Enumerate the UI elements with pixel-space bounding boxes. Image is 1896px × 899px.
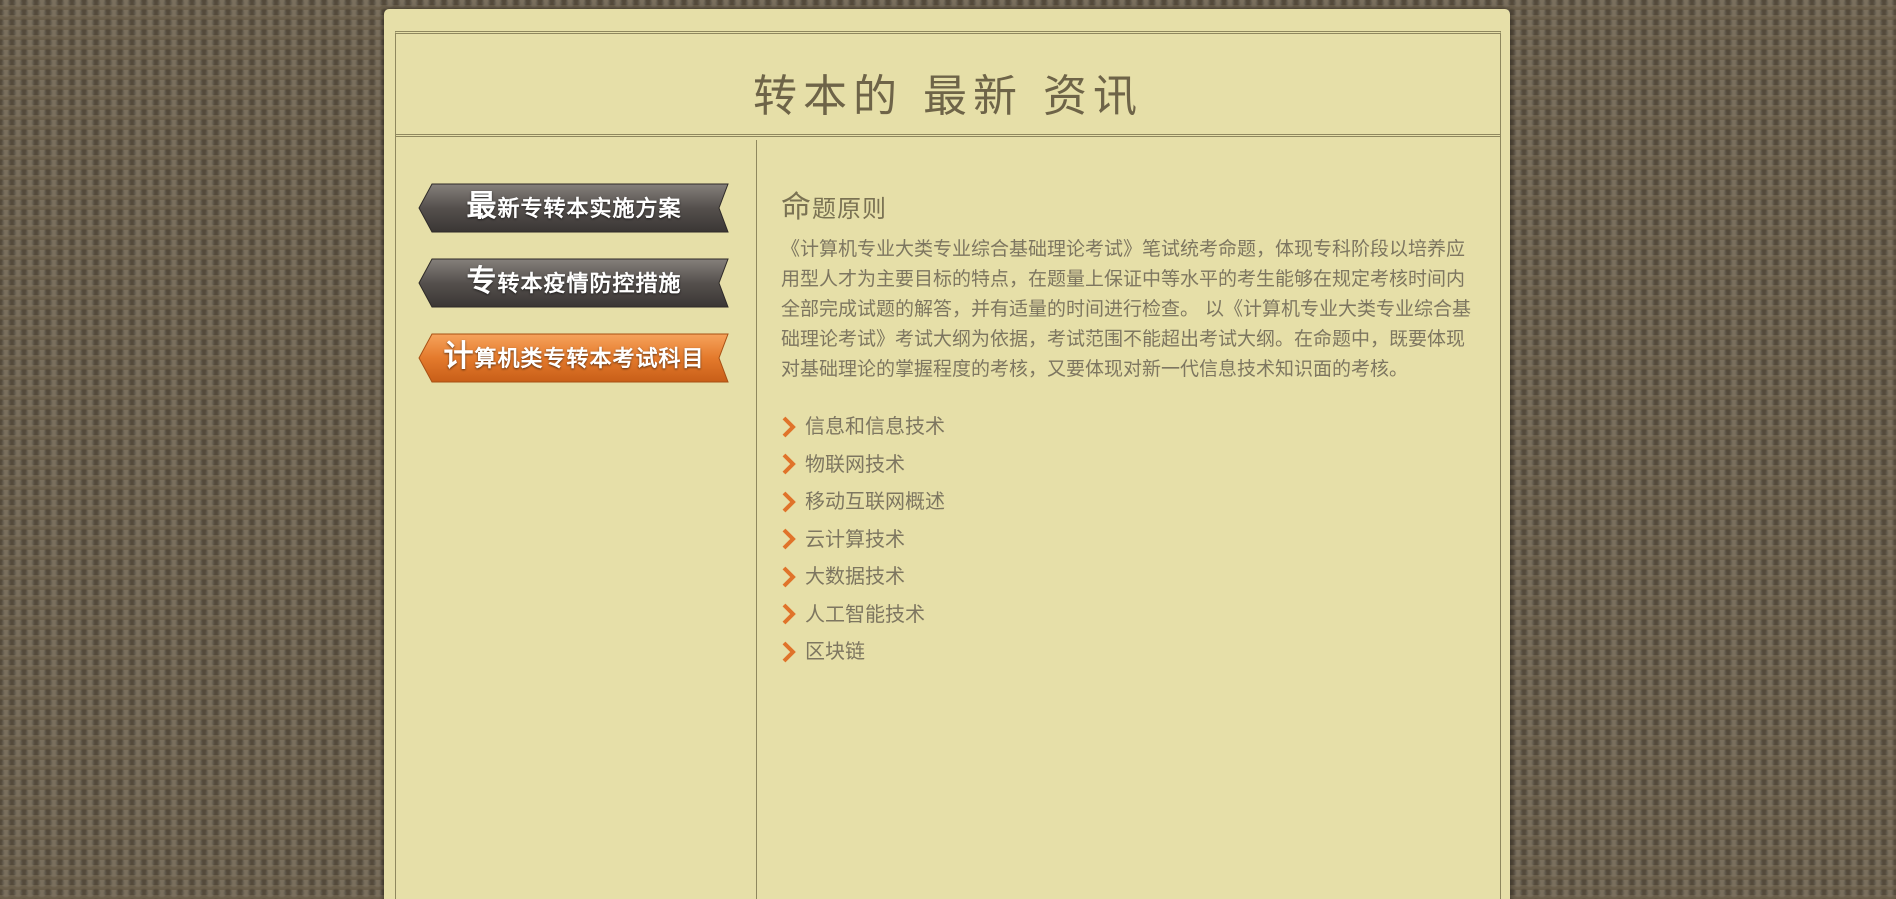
nav-item-label: 计算机类专转本考试科目 — [418, 332, 730, 384]
nav-item-label: 专转本疫情防控措施 — [418, 257, 730, 309]
nav-item-label: 最新专转本实施方案 — [418, 182, 730, 234]
chevron-right-icon — [782, 603, 796, 625]
nav-item-label-rest: 转本疫情防控措施 — [497, 271, 682, 297]
nav-item-label-initial: 专 — [466, 264, 498, 299]
list-item: 人工智能技术 — [781, 596, 1481, 634]
list-item: 移动互联网概述 — [781, 483, 1481, 521]
chevron-right-icon — [782, 491, 796, 513]
list-item: 信息和信息技术 — [781, 408, 1481, 446]
chevron-right-icon — [782, 416, 796, 438]
chevron-right-icon — [782, 528, 796, 550]
nav-item-label-initial: 最 — [466, 189, 498, 224]
page-title: 转本的 最新 资讯 — [753, 71, 1143, 122]
topic-list: 信息和信息技术 物联网技术 移动互联网概述 云计算技术 大数据技术 人工智能技术… — [781, 408, 1481, 671]
topic-label: 大数据技术 — [805, 564, 905, 588]
chevron-right-icon — [782, 453, 796, 475]
title-divider — [396, 134, 1500, 140]
content-panel: 转本的 最新 资讯 最新专转本实施方案 专转本疫情防控措施 计算机类专转本考试科… — [384, 9, 1510, 899]
list-item: 云计算技术 — [781, 521, 1481, 559]
panel-frame: 转本的 最新 资讯 最新专转本实施方案 专转本疫情防控措施 计算机类专转本考试科… — [395, 31, 1501, 899]
side-nav: 最新专转本实施方案 专转本疫情防控措施 计算机类专转本考试科目 — [418, 182, 738, 407]
article-heading-rest: 题原则 — [812, 195, 887, 223]
nav-item-label-rest: 算机类专转本考试科目 — [474, 346, 705, 372]
topic-label: 人工智能技术 — [805, 601, 925, 626]
nav-item-implementation-plan[interactable]: 最新专转本实施方案 — [418, 182, 730, 234]
topic-label: 物联网技术 — [805, 451, 905, 476]
article-paragraph: 《计算机专业大类专业综合基础理论考试》笔试统考命题，体现专科阶段以培养应用型人才… — [781, 238, 1472, 380]
chevron-right-icon — [782, 566, 796, 588]
article-section: 命题原则 《计算机专业大类专业综合基础理论考试》笔试统考命题，体现专科阶段以培养… — [781, 182, 1481, 671]
topic-label: 区块链 — [805, 639, 865, 663]
topic-label: 云计算技术 — [805, 526, 905, 551]
chevron-right-icon — [782, 641, 796, 663]
article-heading-initial: 命 — [781, 190, 812, 225]
nav-item-label-initial: 计 — [443, 339, 475, 374]
topic-label: 移动互联网概述 — [805, 489, 945, 513]
nav-item-epidemic-measures[interactable]: 专转本疫情防控措施 — [418, 257, 730, 309]
nav-item-label-rest: 新专转本实施方案 — [497, 196, 682, 222]
topic-label: 信息和信息技术 — [805, 414, 945, 438]
article-heading: 命题原则 — [781, 182, 1481, 226]
list-item: 物联网技术 — [781, 446, 1481, 484]
list-item: 大数据技术 — [781, 558, 1481, 596]
column-divider — [756, 140, 757, 899]
list-item: 区块链 — [781, 633, 1481, 671]
nav-item-computer-subjects[interactable]: 计算机类专转本考试科目 — [418, 332, 730, 384]
